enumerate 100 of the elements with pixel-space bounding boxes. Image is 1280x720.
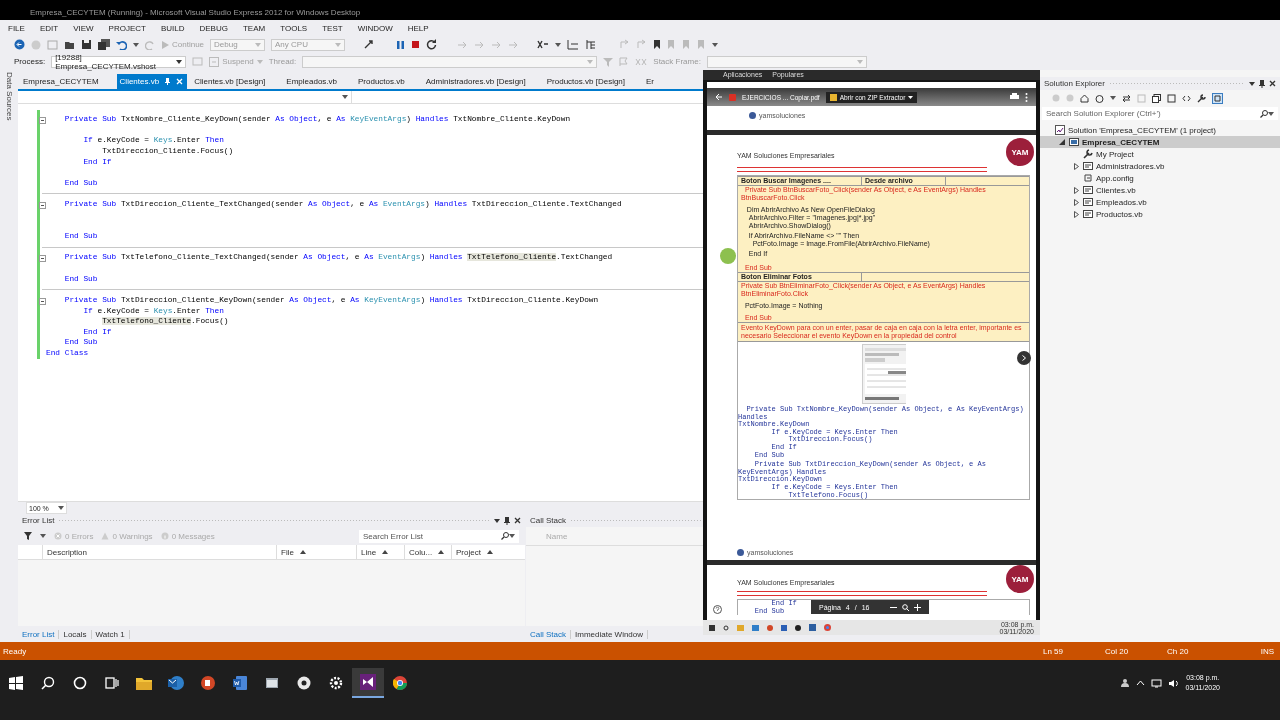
sort-arrow-icon[interactable] <box>299 550 306 554</box>
caret-icon[interactable] <box>1268 111 1274 116</box>
back-icon[interactable] <box>715 93 723 101</box>
tree-item[interactable]: Productos.vb <box>1040 208 1280 220</box>
tree-item[interactable]: Solution 'Empresa_CECYTEM' (1 project) <box>1040 124 1280 136</box>
caret-icon[interactable] <box>40 534 46 538</box>
caret-icon[interactable] <box>58 506 64 510</box>
document-icon[interactable] <box>781 624 787 631</box>
column-header[interactable]: Project <box>456 547 481 557</box>
tree-item[interactable]: Empleados.vb <box>1040 196 1280 208</box>
help-icon[interactable] <box>713 605 722 614</box>
undo-icon[interactable] <box>116 39 127 50</box>
network-icon[interactable] <box>1151 678 1163 688</box>
chevron-icon[interactable] <box>1136 680 1146 686</box>
collapse-icon[interactable] <box>39 202 46 210</box>
document-tab[interactable]: Empleados.vb <box>283 74 351 89</box>
expanded-arrow-icon[interactable] <box>1059 139 1065 145</box>
slides-icon[interactable] <box>201 676 215 690</box>
menu-item[interactable]: PROJECT <box>108 23 146 33</box>
column-header[interactable]: Description <box>47 547 87 557</box>
caret-icon[interactable] <box>1110 96 1116 100</box>
tree-item[interactable]: Clientes.vb <box>1040 184 1280 196</box>
tree-icon[interactable] <box>585 39 598 50</box>
infinity-icon[interactable] <box>360 674 376 690</box>
restart-icon[interactable] <box>426 39 438 50</box>
settings-icon[interactable] <box>329 676 343 690</box>
caret-icon[interactable] <box>1249 81 1255 86</box>
menu-item[interactable]: TEAM <box>242 23 266 33</box>
search-icon[interactable] <box>41 676 55 690</box>
caret-icon[interactable] <box>712 42 719 47</box>
wrench-icon[interactable] <box>1197 93 1206 103</box>
more-icon[interactable] <box>1025 92 1028 102</box>
menu-item[interactable]: TOOLS <box>280 23 308 33</box>
open-folder-icon[interactable] <box>64 39 75 50</box>
caret-icon[interactable] <box>342 95 348 99</box>
disc-icon[interactable] <box>297 676 311 690</box>
windows-icon[interactable] <box>709 624 715 631</box>
menu-item[interactable]: EDIT <box>39 23 59 33</box>
window-icon[interactable] <box>265 676 279 690</box>
pin-icon[interactable] <box>1259 79 1265 88</box>
sort-arrow-icon[interactable] <box>382 550 389 554</box>
panel-tab[interactable]: Watch 1 <box>91 629 130 639</box>
print-icon[interactable] <box>1010 93 1019 101</box>
disc-icon[interactable] <box>795 624 801 631</box>
document-tab[interactable]: Administradores.vb [Design] <box>422 74 540 89</box>
sort-arrow-icon[interactable] <box>486 550 493 554</box>
taskbar-button[interactable] <box>352 668 384 698</box>
bookmark-icon[interactable] <box>653 39 662 50</box>
windows-icon[interactable] <box>9 676 23 690</box>
document-tab[interactable]: Clientes.vb [Design] <box>191 74 280 89</box>
collapse-icon[interactable] <box>39 117 46 124</box>
menu-item[interactable]: TEST <box>322 23 343 33</box>
close-icon[interactable] <box>514 517 521 524</box>
sort-arrow-icon[interactable] <box>438 550 445 554</box>
tree-item[interactable]: Empresa_CECYTEM <box>1040 136 1280 148</box>
mail-icon[interactable] <box>168 676 184 690</box>
tree-item[interactable]: Administradores.vb <box>1040 160 1280 172</box>
history-icon[interactable] <box>1095 93 1104 103</box>
menu-item[interactable]: HELP <box>407 23 429 33</box>
side-tab[interactable]: Data Sources <box>4 72 14 142</box>
menu-item[interactable]: FILE <box>8 23 25 33</box>
save-icon[interactable] <box>81 39 92 50</box>
tree-item[interactable]: App.config <box>1040 172 1280 184</box>
folder-icon[interactable] <box>136 676 152 690</box>
caret-icon[interactable] <box>494 518 500 523</box>
zoom-in-icon[interactable] <box>914 603 921 611</box>
attach-icon[interactable] <box>363 39 375 50</box>
collapse-all-icon[interactable] <box>1152 93 1161 103</box>
column-header[interactable]: File <box>281 547 294 557</box>
panel-tab[interactable]: Immediate Window <box>571 629 649 639</box>
document-tab[interactable]: Empresa_CECYTEM <box>20 74 113 89</box>
column-header[interactable]: Line <box>361 547 377 557</box>
save-all-icon[interactable] <box>98 39 110 50</box>
close-icon[interactable] <box>1269 80 1276 87</box>
files-icon[interactable] <box>1167 93 1176 103</box>
code-icon[interactable] <box>1182 93 1191 103</box>
caret-icon[interactable] <box>555 42 562 47</box>
panel-tab[interactable]: Error List <box>18 629 60 639</box>
people-icon[interactable] <box>1120 678 1131 688</box>
menu-item[interactable]: BUILD <box>160 23 185 33</box>
collapse-icon[interactable] <box>39 297 46 305</box>
caret-icon[interactable] <box>509 534 515 538</box>
pin-icon[interactable] <box>504 516 510 525</box>
tree-item[interactable]: My Project <box>1040 148 1280 160</box>
menu-item[interactable]: VIEW <box>73 23 94 33</box>
collapsed-arrow-icon[interactable] <box>1073 162 1079 170</box>
document-tab[interactable]: Productos.vb [Design] <box>543 74 640 89</box>
caret-icon[interactable] <box>133 42 139 47</box>
browser-icon[interactable] <box>393 676 407 690</box>
panel-tab[interactable]: Call Stack <box>526 629 571 639</box>
column-header[interactable]: Colu... <box>409 547 433 557</box>
stop-icon[interactable] <box>411 40 421 49</box>
task-view-icon[interactable] <box>105 676 119 690</box>
menu-item[interactable]: WINDOW <box>357 23 393 33</box>
filter-icon[interactable] <box>24 532 32 540</box>
document-tab[interactable]: Er <box>643 74 669 89</box>
document-icon[interactable] <box>233 676 247 690</box>
back-icon[interactable] <box>14 39 25 50</box>
collapse-icon[interactable] <box>39 255 46 263</box>
menu-item[interactable]: DEBUG <box>199 23 228 33</box>
